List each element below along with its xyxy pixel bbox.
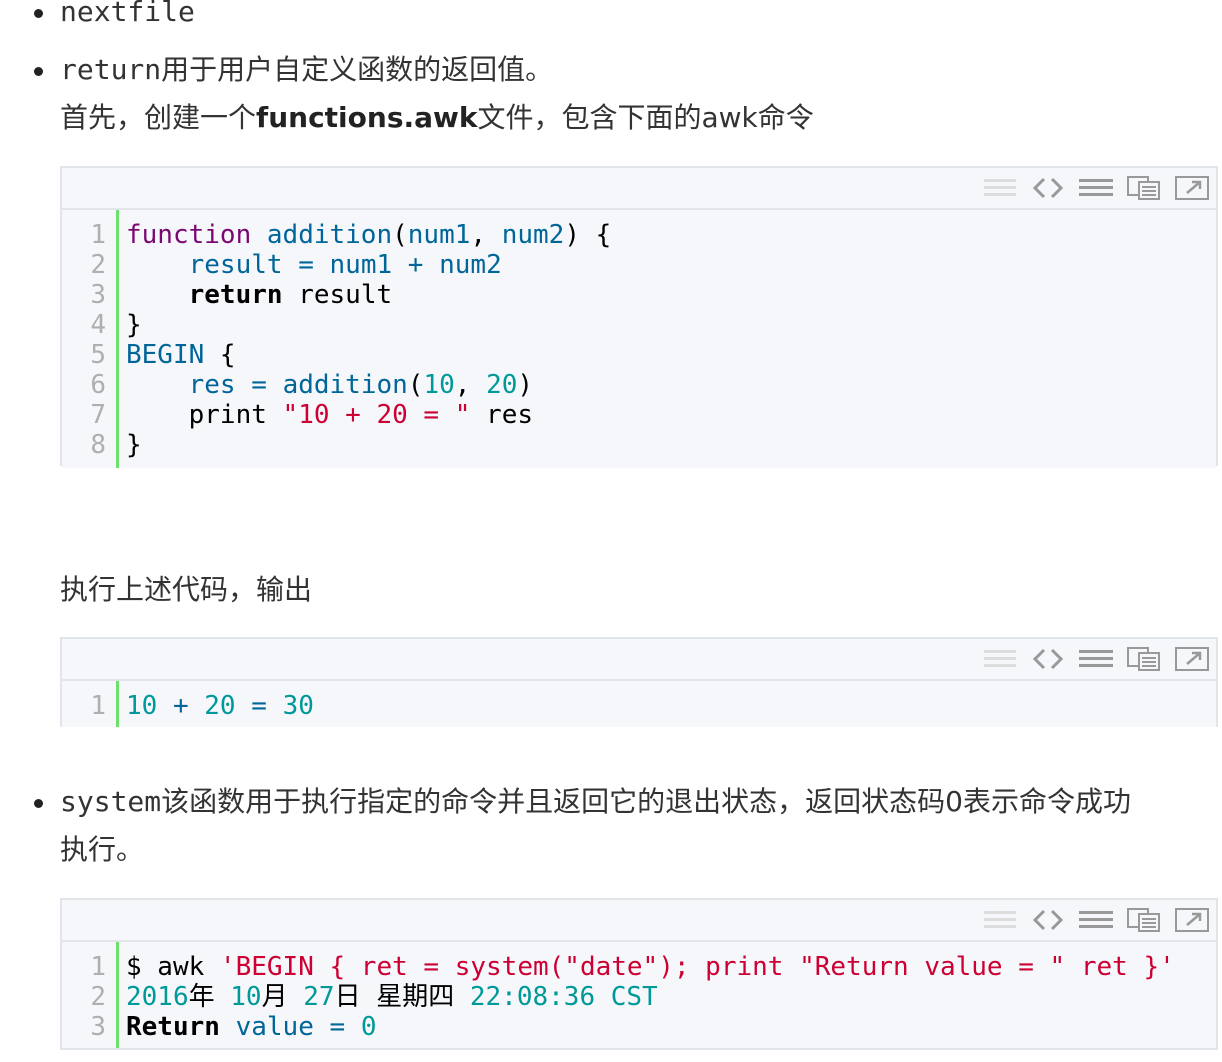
- intro-line: 首先，创建一个functions.awk文件，包含下面的awk命令: [60, 100, 814, 136]
- intro-filename: functions.awk: [256, 101, 478, 134]
- code-block-functions: 1 function addition(num1, num2) { 2 resu…: [60, 166, 1218, 468]
- code-body: 1 $ awk 'BEGIN { ret = system("date"); p…: [62, 942, 1216, 1048]
- wrap-icon[interactable]: [1078, 174, 1114, 202]
- expand-icon[interactable]: [1174, 906, 1210, 934]
- code-body: 1 function addition(num1, num2) { 2 resu…: [62, 210, 1216, 468]
- code-block-system: 1 $ awk 'BEGIN { ret = system("date"); p…: [60, 898, 1218, 1050]
- code-body: 1 10 + 20 = 30: [62, 681, 1216, 727]
- code-line: 4 }: [62, 310, 1216, 340]
- code-toolbar: [62, 639, 1216, 681]
- list-icon[interactable]: [982, 906, 1018, 934]
- copy-icon[interactable]: [1126, 174, 1162, 202]
- code-line: 1 10 + 20 = 30: [62, 691, 1216, 721]
- system-keyword: system: [60, 785, 162, 818]
- copy-icon[interactable]: [1126, 645, 1162, 673]
- return-keyword: return: [60, 53, 162, 86]
- code-line: 2 result = num1 + num2: [62, 250, 1216, 280]
- wrap-icon[interactable]: [1078, 906, 1114, 934]
- line-number: 1: [90, 220, 106, 250]
- intro-suffix: 文件，包含下面的awk命令: [477, 101, 814, 134]
- exec-text: 执行上述代码，输出: [60, 573, 313, 606]
- item-nextfile: nextfile: [60, 0, 195, 28]
- code-toolbar: [62, 168, 1216, 210]
- line-number: 3: [90, 1012, 106, 1042]
- line-number: 7: [90, 400, 106, 430]
- code-icon[interactable]: [1030, 906, 1066, 934]
- list-icon[interactable]: [982, 645, 1018, 673]
- item-system: system该函数用于执行指定的命令并且返回它的退出状态，返回状态码0表示命令成…: [60, 784, 1131, 820]
- copy-icon[interactable]: [1126, 906, 1162, 934]
- line-number: 6: [90, 370, 106, 400]
- system-description-cont: 执行。: [60, 833, 145, 866]
- code-icon[interactable]: [1030, 645, 1066, 673]
- code-line: 8 }: [62, 430, 1216, 460]
- list-icon[interactable]: [982, 174, 1018, 202]
- code-line: 3 return result: [62, 280, 1216, 310]
- code-line: 3 Return value = 0: [62, 1012, 1216, 1042]
- expand-icon[interactable]: [1174, 174, 1210, 202]
- return-description: 用于用户自定义函数的返回值。: [161, 53, 554, 86]
- item-return: return用于用户自定义函数的返回值。: [60, 52, 553, 88]
- code-toolbar: [62, 900, 1216, 942]
- code-line: 5 BEGIN {: [62, 340, 1216, 370]
- line-number: 8: [90, 430, 106, 460]
- line-number: 1: [90, 952, 106, 982]
- line-number: 1: [90, 691, 106, 721]
- wrap-icon[interactable]: [1078, 645, 1114, 673]
- expand-icon[interactable]: [1174, 645, 1210, 673]
- line-number: 2: [90, 982, 106, 1012]
- line-number: 3: [90, 280, 106, 310]
- code-block-output: 1 10 + 20 = 30: [60, 637, 1218, 727]
- bullet: [34, 9, 43, 18]
- code-icon[interactable]: [1030, 174, 1066, 202]
- code-line: 6 res = addition(10, 20): [62, 370, 1216, 400]
- line-number: 4: [90, 310, 106, 340]
- bullet: [34, 799, 43, 808]
- intro-prefix: 首先，创建一个: [60, 101, 257, 134]
- code-line: 1 $ awk 'BEGIN { ret = system("date"); p…: [62, 952, 1216, 982]
- line-number: 5: [90, 340, 106, 370]
- code-line: 1 function addition(num1, num2) {: [62, 220, 1216, 250]
- system-description: 该函数用于执行指定的命令并且返回它的退出状态，返回状态码0表示命令成功: [161, 785, 1131, 818]
- code-line: 7 print "10 + 20 = " res: [62, 400, 1216, 430]
- line-number: 2: [90, 250, 106, 280]
- bullet: [34, 67, 43, 76]
- code-line: 2 2016年 10月 27日 星期四 22:08:36 CST: [62, 982, 1216, 1012]
